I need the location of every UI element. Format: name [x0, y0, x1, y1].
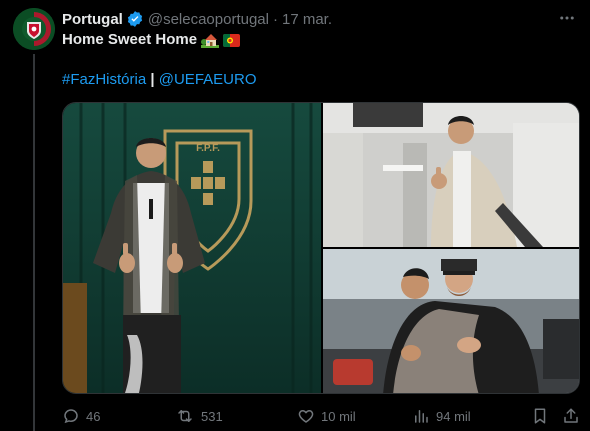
- photo-2[interactable]: [323, 103, 579, 247]
- repost-count: 531: [201, 408, 223, 424]
- tweet-text-line2: #FazHistória | @UEFAEURO: [62, 70, 257, 90]
- bookmark-icon: [531, 407, 549, 425]
- tweet[interactable]: Portugal @selecaoportugal · 17 mar. Home…: [0, 0, 590, 431]
- tweet-text: Home Sweet Home: [62, 31, 198, 48]
- text-separator: |: [150, 71, 155, 88]
- like-count: 10 mil: [321, 408, 356, 424]
- verified-badge-icon: [126, 10, 144, 28]
- reply-count: 46: [86, 408, 101, 424]
- separator-dot: ·: [272, 10, 278, 28]
- like-button[interactable]: 10 mil: [297, 404, 356, 428]
- views-button[interactable]: 94 mil: [412, 404, 471, 428]
- views-icon: [412, 407, 430, 425]
- portugal-flag-icon: [223, 33, 241, 47]
- views-count: 94 mil: [436, 408, 471, 424]
- repost-icon: [175, 407, 195, 425]
- bookmark-button[interactable]: [531, 404, 549, 428]
- author-handle[interactable]: @selecaoportugal: [148, 11, 269, 28]
- reply-icon: [62, 407, 80, 425]
- action-bar: 46 531 10 mil 94 mil: [62, 404, 584, 428]
- mention-link[interactable]: @UEFAEURO: [159, 71, 257, 88]
- share-icon: [562, 407, 580, 425]
- share-button[interactable]: [562, 404, 580, 428]
- house-with-garden-icon: [201, 32, 220, 48]
- avatar[interactable]: [13, 8, 55, 50]
- media-grid: F.P.F.: [62, 102, 580, 394]
- photo-1[interactable]: F.P.F.: [63, 103, 321, 393]
- photo-3[interactable]: [323, 249, 579, 393]
- thread-line: [33, 54, 35, 431]
- repost-button[interactable]: 531: [175, 404, 223, 428]
- tweet-text-line1: Home Sweet Home: [62, 30, 241, 50]
- more-icon[interactable]: [556, 8, 578, 28]
- hashtag-link[interactable]: #FazHistória: [62, 71, 146, 88]
- post-date[interactable]: 17 mar.: [282, 11, 332, 28]
- tweet-header: Portugal @selecaoportugal · 17 mar.: [62, 9, 332, 29]
- like-icon: [297, 407, 315, 425]
- reply-button[interactable]: 46: [62, 404, 100, 428]
- svg-text:F.P.F.: F.P.F.: [196, 143, 220, 154]
- author-name[interactable]: Portugal: [62, 11, 123, 28]
